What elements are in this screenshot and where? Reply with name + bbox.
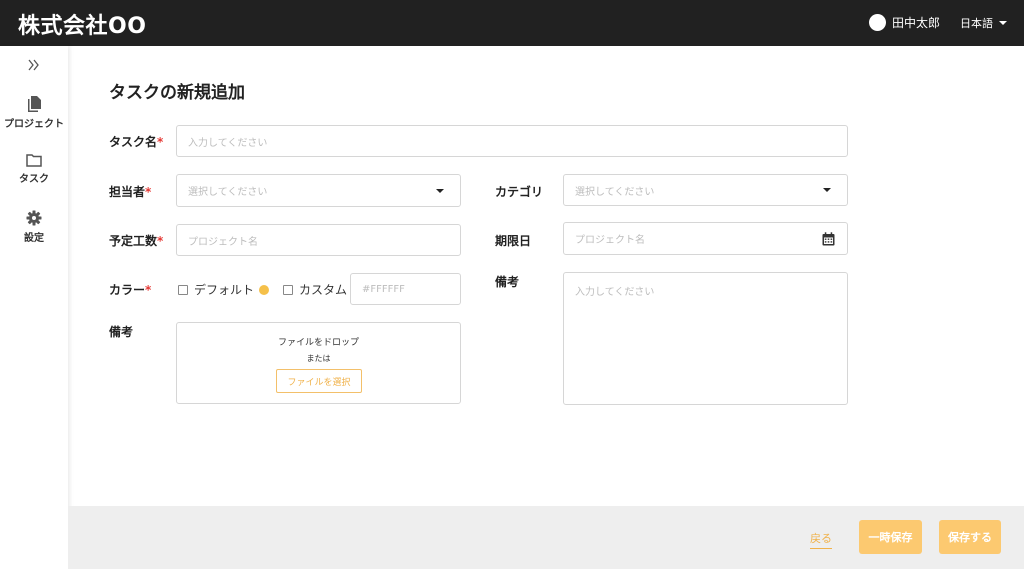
file-icon [28, 96, 41, 112]
color-label: カラー* [109, 281, 151, 298]
default-color-label: デフォルト [194, 283, 255, 297]
sidebar-item-label: 設定 [24, 233, 44, 244]
action-footer: 戻る 一時保存 保存する [68, 506, 1024, 569]
category-select[interactable]: 選択してください [563, 174, 848, 206]
sidebar-item-projects[interactable]: プロジェクト [0, 96, 68, 130]
select-file-button[interactable]: ファイルを選択 [276, 369, 362, 393]
task-name-input[interactable]: 入力してください [176, 125, 848, 157]
color-default-option[interactable]: デフォルト [178, 281, 270, 298]
estimate-label: 予定工数* [109, 232, 163, 249]
calendar-icon[interactable] [822, 232, 835, 246]
sidebar-item-settings[interactable]: 設定 [0, 210, 68, 244]
deadline-label: 期限日 [495, 234, 532, 248]
user-name: 田中太郎 [892, 16, 941, 30]
category-label: カテゴリ [495, 185, 544, 199]
notes-placeholder: 入力してください [575, 287, 655, 298]
attachment-label: 備考 [109, 325, 134, 339]
page-title: タスクの新規追加 [109, 83, 245, 103]
estimate-input[interactable]: プロジェクト名 [176, 224, 461, 256]
language-selector[interactable]: 日本語 [960, 15, 1007, 31]
required-mark: * [145, 283, 152, 297]
draft-save-button[interactable]: 一時保存 [859, 520, 922, 554]
sidebar: プロジェクト タスク 設定 [0, 46, 68, 569]
chevrons-right-icon[interactable] [26, 57, 42, 73]
assignee-placeholder: 選択してください [188, 187, 268, 198]
sidebar-item-tasks[interactable]: タスク [0, 153, 68, 185]
required-mark: * [145, 185, 152, 199]
back-link[interactable]: 戻る [810, 530, 832, 549]
estimate-placeholder: プロジェクト名 [188, 236, 258, 248]
folder-icon [26, 154, 42, 167]
caret-down-icon [823, 188, 831, 192]
custom-color-label: カスタム [299, 283, 348, 297]
task-name-label: タスク名* [109, 133, 163, 150]
sidebar-item-label: タスク [19, 174, 49, 185]
gear-icon [26, 210, 42, 226]
required-mark: * [157, 234, 164, 248]
color-label-text: カラー [109, 283, 146, 297]
required-mark: * [157, 135, 164, 149]
default-color-swatch [259, 284, 270, 295]
category-placeholder: 選択してください [575, 186, 655, 198]
custom-checkbox[interactable] [283, 284, 293, 295]
notes-label: 備考 [495, 275, 520, 289]
notes-textarea[interactable]: 入力してください [563, 272, 848, 405]
caret-down-icon [999, 21, 1007, 25]
language-label: 日本語 [960, 17, 993, 30]
or-text: または [306, 354, 331, 363]
app-header: 株式会社OO 田中太郎 日本語 [0, 0, 1024, 46]
estimate-label-text: 予定工数 [109, 234, 158, 248]
default-checkbox[interactable] [178, 284, 188, 295]
color-custom-option[interactable]: カスタム [283, 281, 347, 298]
deadline-input[interactable]: プロジェクト名 [563, 222, 848, 255]
sidebar-item-label: プロジェクト [4, 119, 64, 130]
brand-logo[interactable]: 株式会社OO [18, 8, 146, 40]
custom-color-placeholder: #FFFFFF [362, 283, 405, 295]
file-dropzone[interactable]: ファイルをドロップ または ファイルを選択 [176, 322, 461, 404]
task-name-placeholder: 入力してください [188, 137, 268, 149]
save-button[interactable]: 保存する [939, 520, 1001, 554]
custom-color-input[interactable]: #FFFFFF [350, 273, 461, 305]
deadline-placeholder: プロジェクト名 [575, 235, 645, 246]
assignee-label-text: 担当者 [109, 185, 146, 199]
user-menu[interactable]: 田中太郎 [869, 14, 940, 31]
assignee-label: 担当者* [109, 183, 151, 200]
assignee-select[interactable]: 選択してください [176, 174, 461, 207]
task-name-label-text: タスク名 [109, 135, 158, 149]
caret-down-icon [436, 188, 444, 193]
avatar [869, 14, 886, 31]
drop-text: ファイルをドロップ [277, 338, 359, 348]
